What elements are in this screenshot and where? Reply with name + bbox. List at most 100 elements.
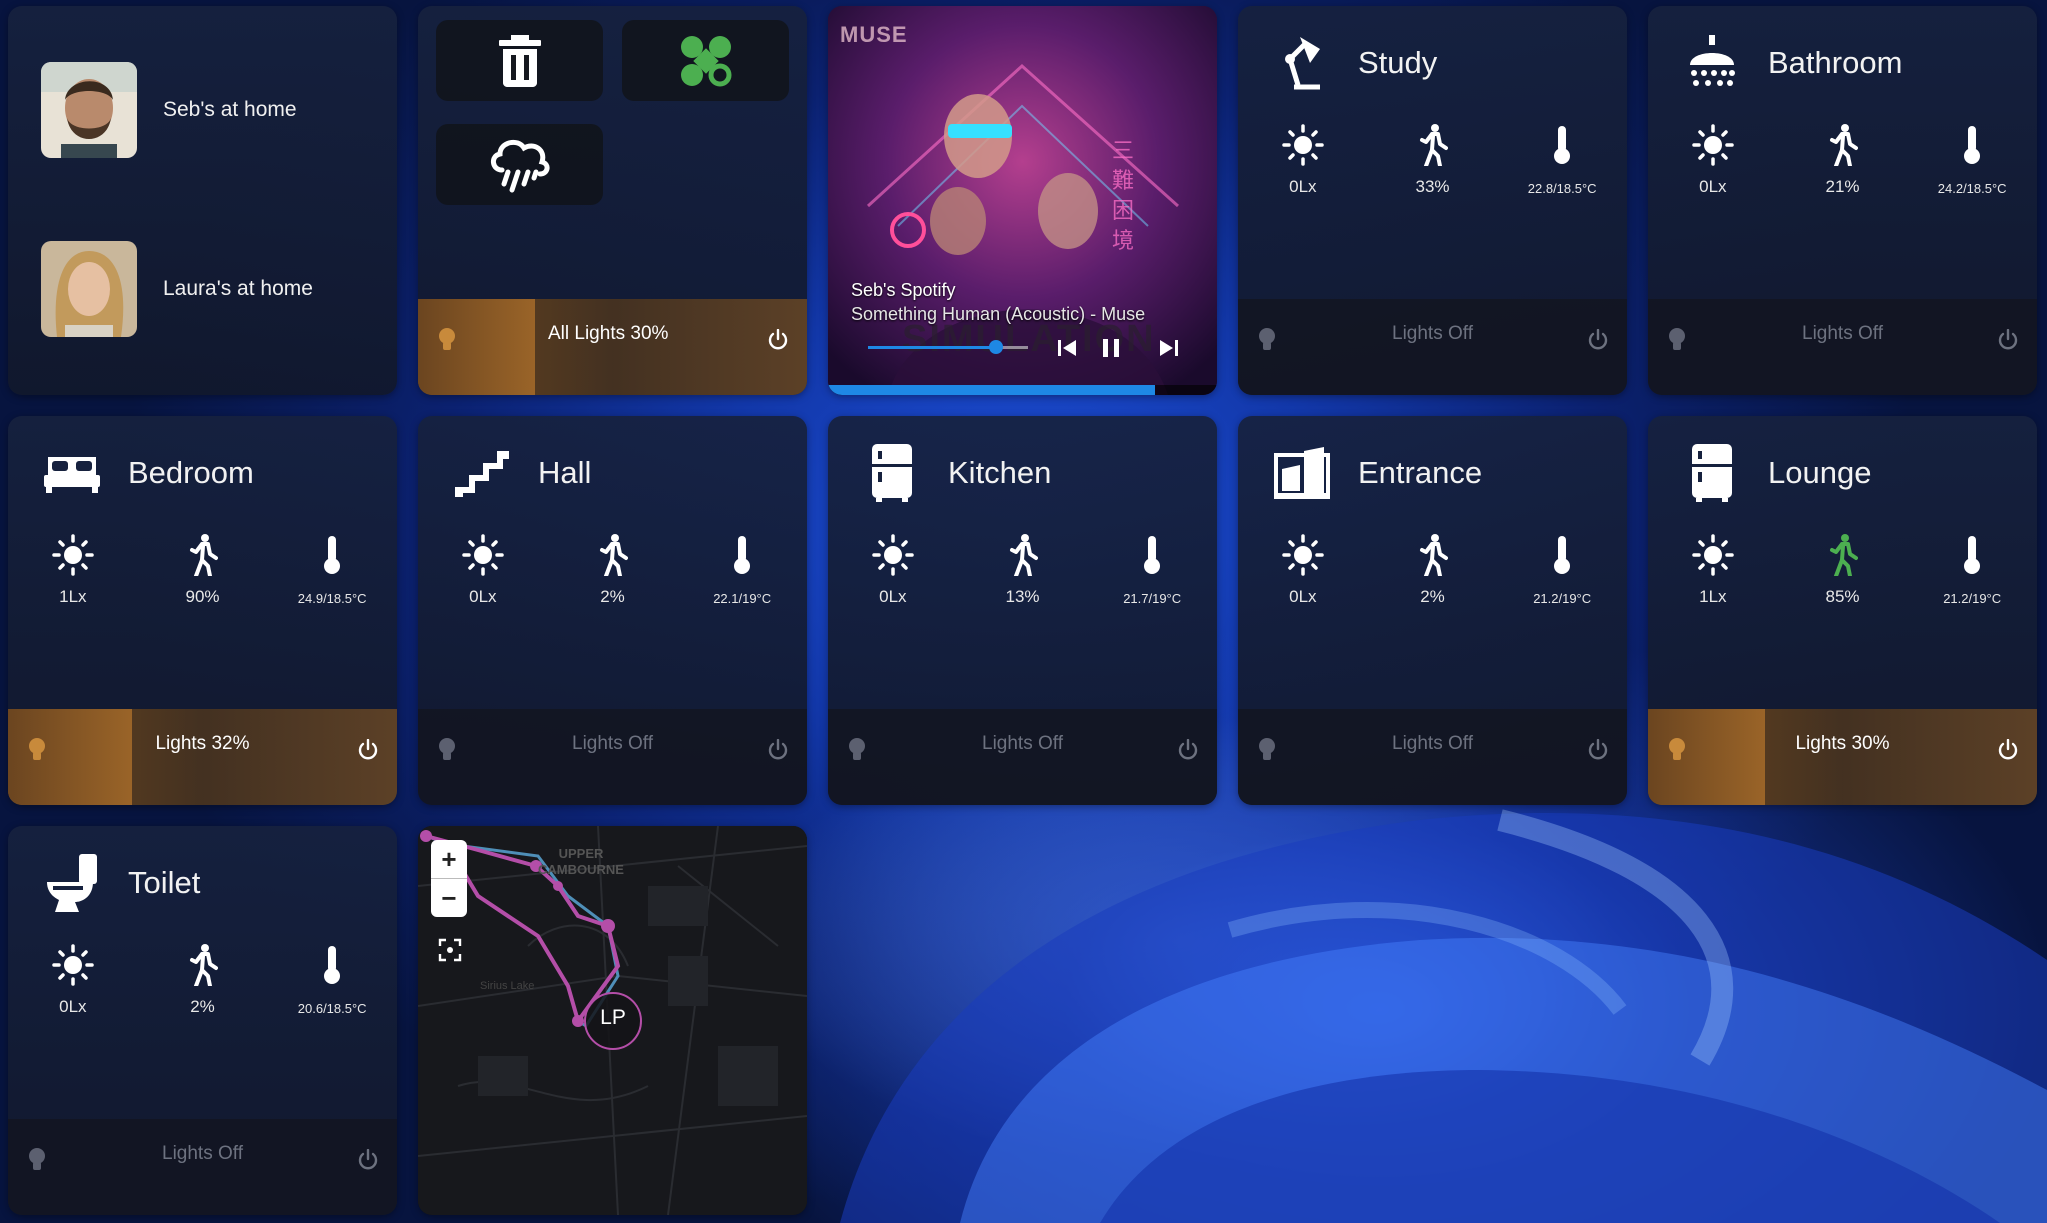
media-progress-fill bbox=[828, 385, 1155, 395]
power-icon[interactable] bbox=[1177, 738, 1199, 766]
lights-label: Lights Off bbox=[1802, 323, 1883, 344]
motion-sensor[interactable]: 33% bbox=[1368, 124, 1498, 197]
motion-sensor[interactable]: 2% bbox=[548, 534, 678, 607]
room-card-bedroom[interactable]: Bedroom 1Lx 90% 24.9/18.5°C Lights 32% bbox=[8, 416, 397, 805]
sun-icon bbox=[52, 944, 94, 991]
illuminance-sensor[interactable]: 0Lx bbox=[418, 534, 548, 607]
map-person-marker[interactable]: LP bbox=[585, 1006, 641, 1030]
illuminance-sensor[interactable]: 1Lx bbox=[1648, 534, 1778, 607]
room-name: Toilet bbox=[128, 865, 201, 900]
illuminance-sensor[interactable]: 0Lx bbox=[1238, 124, 1368, 197]
motion-sensor[interactable]: 13% bbox=[958, 534, 1088, 607]
room-name: Hall bbox=[538, 455, 592, 490]
temperature-sensor[interactable]: 21.2/19°C bbox=[1907, 534, 2037, 607]
pause-icon[interactable] bbox=[1100, 337, 1122, 359]
power-icon[interactable] bbox=[767, 329, 789, 351]
lights-label: Lights 32% bbox=[155, 733, 250, 754]
temperature-value: 22.8/18.5°C bbox=[1527, 181, 1597, 196]
motion-sensor[interactable]: 2% bbox=[1368, 534, 1498, 607]
person-seb[interactable]: Seb's at home bbox=[41, 62, 297, 158]
trash-icon bbox=[498, 34, 541, 87]
next-icon[interactable] bbox=[1158, 337, 1180, 359]
room-sensors: 0Lx 13% 21.7/19°C bbox=[828, 534, 1217, 607]
room-lights-control[interactable]: Lights Off bbox=[418, 709, 807, 805]
room-lights-control[interactable]: Lights 30% bbox=[1648, 709, 2037, 805]
person-laura[interactable]: Laura's at home bbox=[41, 241, 313, 337]
room-card-hall[interactable]: Hall 0Lx 2% 22.1/19°C Lights Off bbox=[418, 416, 807, 805]
room-lights-control[interactable]: Lights Off bbox=[1648, 299, 2037, 395]
temperature-sensor[interactable]: 24.2/18.5°C bbox=[1907, 124, 2037, 197]
motion-sensor[interactable]: 2% bbox=[138, 944, 268, 1017]
temperature-value: 22.1/19°C bbox=[713, 591, 772, 606]
recenter-icon[interactable] bbox=[438, 938, 462, 962]
walking-icon bbox=[1418, 534, 1448, 581]
scene-icon bbox=[680, 35, 731, 86]
illuminance-sensor[interactable]: 0Lx bbox=[8, 944, 138, 1017]
room-lights-control[interactable]: Lights 32% bbox=[8, 709, 397, 805]
power-icon[interactable] bbox=[767, 738, 789, 766]
media-player-card[interactable]: MUSE 三難困境 SIMULATION Seb's Spotify Somet… bbox=[828, 6, 1217, 395]
volume-handle[interactable] bbox=[989, 340, 1003, 354]
previous-icon[interactable] bbox=[1056, 337, 1078, 359]
room-lights-control[interactable]: Lights Off bbox=[828, 709, 1217, 805]
illuminance-value: 0Lx bbox=[1699, 177, 1727, 196]
temperature-sensor[interactable]: 22.1/19°C bbox=[677, 534, 807, 607]
motion-sensor[interactable]: 85% bbox=[1778, 534, 1908, 607]
fridge-icon bbox=[1682, 443, 1742, 503]
illuminance-sensor[interactable]: 0Lx bbox=[1238, 534, 1368, 607]
temperature-sensor[interactable]: 20.6/18.5°C bbox=[267, 944, 397, 1017]
sun-icon bbox=[462, 534, 504, 581]
stairs-icon bbox=[452, 443, 512, 503]
motion-sensor[interactable]: 90% bbox=[138, 534, 268, 607]
person-status-label: Seb's at home bbox=[163, 98, 297, 121]
temperature-sensor[interactable]: 22.8/18.5°C bbox=[1497, 124, 1627, 197]
illuminance-sensor[interactable]: 0Lx bbox=[828, 534, 958, 607]
seb-avatar bbox=[41, 62, 137, 158]
person-status-label: Laura's at home bbox=[163, 277, 313, 300]
room-lights-control[interactable]: Lights Off bbox=[1238, 709, 1627, 805]
power-icon[interactable] bbox=[357, 738, 379, 766]
illuminance-sensor[interactable]: 0Lx bbox=[1648, 124, 1778, 197]
scene-button[interactable] bbox=[622, 20, 789, 101]
all-lights-control[interactable]: All Lights 30% bbox=[418, 299, 807, 395]
room-card-entrance[interactable]: Entrance 0Lx 2% 21.2/19°C Lights Off bbox=[1238, 416, 1627, 805]
sun-icon bbox=[1692, 534, 1734, 581]
power-icon[interactable] bbox=[1997, 738, 2019, 766]
volume-slider[interactable] bbox=[868, 340, 1028, 354]
media-source: Seb's Spotify bbox=[851, 280, 956, 300]
zoom-out-button[interactable]: − bbox=[431, 879, 467, 917]
power-icon[interactable] bbox=[1997, 328, 2019, 356]
room-header: Bedroom bbox=[42, 438, 254, 508]
rain-button[interactable] bbox=[436, 124, 603, 205]
temperature-sensor[interactable]: 21.2/19°C bbox=[1497, 534, 1627, 607]
room-card-study[interactable]: Study 0Lx 33% 22.8/18.5°C Lights Off bbox=[1238, 6, 1627, 395]
zoom-in-button[interactable]: + bbox=[431, 840, 467, 879]
illuminance-sensor[interactable]: 1Lx bbox=[8, 534, 138, 607]
power-icon[interactable] bbox=[1587, 328, 1609, 356]
room-card-toilet[interactable]: Toilet 0Lx 2% 20.6/18.5°C Lights Off bbox=[8, 826, 397, 1215]
lights-label: Lights Off bbox=[1392, 733, 1473, 754]
power-icon[interactable] bbox=[357, 1148, 379, 1176]
walking-icon bbox=[1418, 124, 1448, 171]
power-icon[interactable] bbox=[1587, 738, 1609, 766]
room-lights-control[interactable]: Lights Off bbox=[8, 1119, 397, 1215]
motion-sensor[interactable]: 21% bbox=[1778, 124, 1908, 197]
motion-value: 85% bbox=[1825, 587, 1860, 606]
room-card-kitchen[interactable]: Kitchen 0Lx 13% 21.7/19°C Lights Off bbox=[828, 416, 1217, 805]
fridge-icon bbox=[862, 443, 922, 503]
motion-value: 33% bbox=[1415, 177, 1450, 196]
temperature-sensor[interactable]: 21.7/19°C bbox=[1087, 534, 1217, 607]
illuminance-value: 0Lx bbox=[59, 997, 87, 1016]
room-header: Entrance bbox=[1272, 438, 1482, 508]
room-card-bathroom[interactable]: Bathroom 0Lx 21% 24.2/18.5°C Lights Off bbox=[1648, 6, 2037, 395]
temperature-sensor[interactable]: 24.9/18.5°C bbox=[267, 534, 397, 607]
map-card[interactable]: UPPER CAMBOURNE Sirius Lake LP + − bbox=[418, 826, 807, 1215]
room-lights-control[interactable]: Lights Off bbox=[1238, 299, 1627, 395]
illuminance-value: 0Lx bbox=[1289, 177, 1317, 196]
thermometer-icon bbox=[322, 944, 342, 991]
trash-button[interactable] bbox=[436, 20, 603, 101]
room-card-lounge[interactable]: Lounge 1Lx 85% 21.2/19°C Lights 30% bbox=[1648, 416, 2037, 805]
room-sensors: 1Lx 90% 24.9/18.5°C bbox=[8, 534, 397, 607]
thermometer-icon bbox=[732, 534, 752, 581]
media-progress-bar[interactable] bbox=[828, 385, 1217, 395]
